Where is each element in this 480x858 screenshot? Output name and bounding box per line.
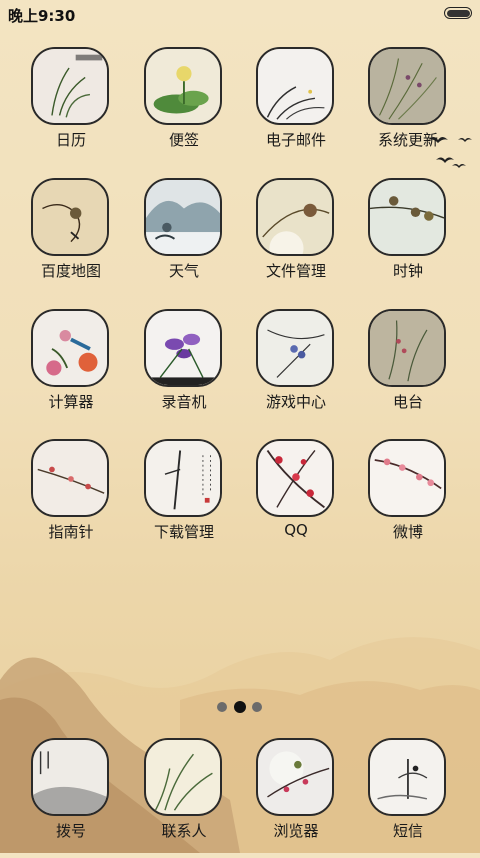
app-label: 计算器 xyxy=(48,393,94,411)
battery-icon xyxy=(444,7,472,19)
home-screen-grid: 日历 便签 电子邮件 系统更新 百度地图 天气 文件管理 时钟 计算器 录音机 … xyxy=(0,0,480,853)
app-label: 日历 xyxy=(55,131,86,149)
app-email[interactable]: 电子邮件 xyxy=(240,47,352,167)
download-icon xyxy=(144,439,222,517)
compass-icon xyxy=(31,439,109,517)
app-baidu-maps[interactable]: 百度地图 xyxy=(15,178,127,298)
app-label: 短信 xyxy=(392,822,423,840)
dialer-icon xyxy=(31,738,109,816)
app-label: 微博 xyxy=(392,523,423,541)
app-compass[interactable]: 指南针 xyxy=(15,439,127,559)
app-label: 下载管理 xyxy=(153,523,214,541)
app-label: 游戏中心 xyxy=(265,393,326,411)
app-label: 天气 xyxy=(168,262,199,280)
game-center-icon xyxy=(256,309,334,387)
app-label: 电子邮件 xyxy=(265,131,326,149)
weather-icon xyxy=(144,178,222,256)
app-weather[interactable]: 天气 xyxy=(128,178,240,298)
app-clock[interactable]: 时钟 xyxy=(352,178,464,298)
page-dot-2-active[interactable] xyxy=(234,701,246,713)
status-time: 晚上9:30 xyxy=(8,7,76,25)
qq-icon xyxy=(256,439,334,517)
weibo-icon xyxy=(368,439,446,517)
app-label: QQ xyxy=(284,521,308,539)
app-label: 联系人 xyxy=(161,822,207,840)
status-bar: 晚上9:30 xyxy=(0,0,480,28)
app-calendar[interactable]: 日历 xyxy=(15,47,127,167)
app-download-manager[interactable]: 下载管理 xyxy=(128,439,240,559)
map-icon xyxy=(31,178,109,256)
dock-messages[interactable]: 短信 xyxy=(352,738,464,858)
clock-icon xyxy=(368,178,446,256)
app-file-manager[interactable]: 文件管理 xyxy=(240,178,352,298)
calculator-icon xyxy=(31,309,109,387)
page-dot-1[interactable] xyxy=(217,702,227,712)
app-game-center[interactable]: 游戏中心 xyxy=(240,309,352,429)
email-icon xyxy=(256,47,334,125)
dock-contacts[interactable]: 联系人 xyxy=(128,738,240,858)
dock-dialer[interactable]: 拨号 xyxy=(15,738,127,858)
app-label: 录音机 xyxy=(161,393,207,411)
app-weibo[interactable]: 微博 xyxy=(352,439,464,559)
app-label: 电台 xyxy=(392,393,423,411)
app-calculator[interactable]: 计算器 xyxy=(15,309,127,429)
system-update-icon xyxy=(368,47,446,125)
app-recorder[interactable]: 录音机 xyxy=(128,309,240,429)
app-label: 时钟 xyxy=(392,262,423,280)
app-radio[interactable]: 电台 xyxy=(352,309,464,429)
app-qq[interactable]: QQ xyxy=(240,439,352,559)
app-label: 指南针 xyxy=(48,523,94,541)
calendar-icon xyxy=(31,47,109,125)
recorder-icon xyxy=(144,309,222,387)
browser-icon xyxy=(256,738,334,816)
dock-browser[interactable]: 浏览器 xyxy=(240,738,352,858)
app-label: 百度地图 xyxy=(40,262,101,280)
app-label: 系统更新 xyxy=(377,131,438,149)
app-label: 文件管理 xyxy=(265,262,326,280)
messages-icon xyxy=(368,738,446,816)
app-notes[interactable]: 便签 xyxy=(128,47,240,167)
page-dot-3[interactable] xyxy=(252,702,262,712)
file-manager-icon xyxy=(256,178,334,256)
app-system-update[interactable]: 系统更新 xyxy=(352,47,464,167)
contacts-icon xyxy=(144,738,222,816)
app-label: 浏览器 xyxy=(273,822,319,840)
radio-icon xyxy=(368,309,446,387)
page-indicator[interactable] xyxy=(0,700,480,714)
notes-icon xyxy=(144,47,222,125)
app-label: 便签 xyxy=(168,131,199,149)
app-label: 拨号 xyxy=(55,822,86,840)
